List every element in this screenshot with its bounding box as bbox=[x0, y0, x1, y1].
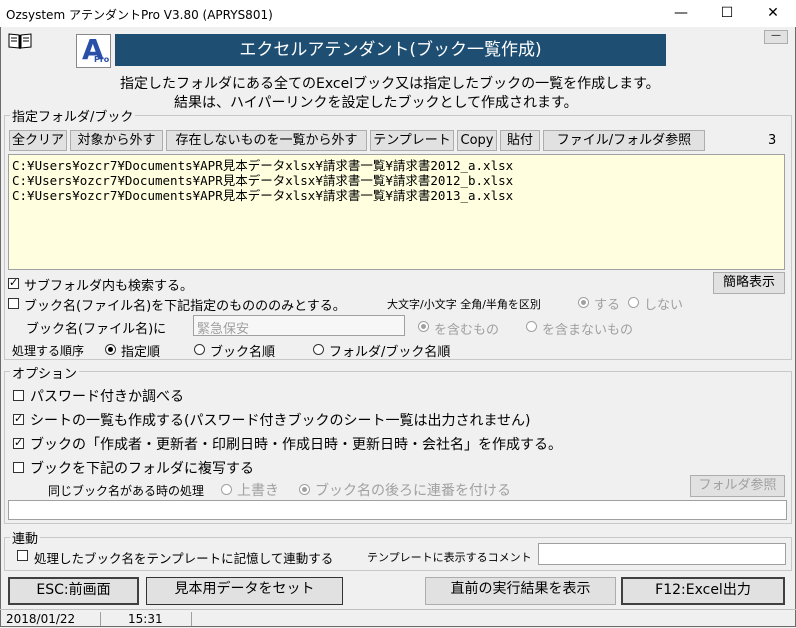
not-contains-radio[interactable] bbox=[526, 321, 537, 332]
exclude-button[interactable]: 対象から外す bbox=[70, 130, 163, 151]
copy-folder-input[interactable] bbox=[8, 500, 787, 520]
search-subfolders-checkbox[interactable] bbox=[8, 276, 19, 289]
app-logo: A Pro bbox=[76, 33, 111, 68]
file-list-item[interactable]: C:¥Users¥ozcr7¥Documents¥APR見本データxlsx¥請求… bbox=[12, 173, 513, 188]
copy-books-checkbox[interactable] bbox=[13, 462, 24, 473]
remove-missing-button[interactable]: 存在しないものを一覧から外す bbox=[166, 130, 367, 151]
status-time: 15:31 bbox=[100, 612, 192, 626]
order-specified-radio[interactable] bbox=[105, 344, 116, 355]
name-input-label: ブック名(ファイル名)に bbox=[26, 322, 167, 337]
last-result-button[interactable]: 直前の実行結果を表示 bbox=[425, 577, 616, 605]
template-button[interactable]: テンプレート bbox=[370, 130, 454, 151]
order-specified-label: 指定順 bbox=[121, 345, 161, 360]
window-title: Ozsystem アテンダントPro V3.80 (APRYS801) bbox=[6, 8, 273, 22]
order-name-radio[interactable] bbox=[194, 344, 205, 355]
password-checkbox[interactable] bbox=[13, 390, 24, 401]
link-group-label: 連動 bbox=[10, 528, 41, 547]
contains-label: を含むもの bbox=[434, 323, 500, 338]
sheet-list-label: シートの一覧も作成する(パスワード付きブックのシート一覧は出力されません) bbox=[30, 413, 531, 429]
case-yes-radio[interactable] bbox=[578, 297, 589, 308]
options-group-label: オプション bbox=[10, 363, 80, 382]
properties-label: ブックの「作成者・更新者・印刷日時・作成日時・更新日時・会社名」を作成する。 bbox=[30, 437, 562, 453]
case-sensitivity-label: 大文字/小文字 全角/半角を区別 bbox=[387, 298, 541, 311]
append-number-label: ブック名の後ろに連番を付ける bbox=[315, 483, 511, 499]
target-group-label: 指定フォルダ/ブック bbox=[10, 106, 136, 125]
overwrite-radio[interactable] bbox=[221, 484, 232, 495]
remember-checkbox[interactable] bbox=[17, 550, 28, 561]
copy-button[interactable]: Copy bbox=[457, 130, 497, 151]
clear-all-button[interactable]: 全クリア bbox=[9, 130, 67, 151]
properties-checkbox[interactable] bbox=[13, 436, 24, 449]
file-list[interactable]: C:¥Users¥ozcr7¥Documents¥APR見本データxlsx¥請求… bbox=[8, 154, 785, 270]
folder-browse-button[interactable]: フォルダ参照 bbox=[690, 475, 785, 497]
comment-label: テンプレートに表示するコメント bbox=[367, 551, 532, 564]
browse-button[interactable]: ファイル/フォルダ参照 bbox=[543, 130, 705, 151]
close-button[interactable]: ✕ bbox=[750, 0, 796, 27]
title-bar: Ozsystem アテンダントPro V3.80 (APRYS801) — ☐ … bbox=[0, 0, 796, 27]
order-folder-label: フォルダ/ブック名順 bbox=[329, 345, 451, 360]
collapse-button[interactable]: — bbox=[764, 30, 788, 44]
name-filter-label: ブック名(ファイル名)を下記指定のものののみとする。 bbox=[24, 299, 346, 314]
remember-label: 処理したブック名をテンプレートに記憶して連動する bbox=[34, 551, 334, 566]
order-folder-radio[interactable] bbox=[313, 344, 324, 355]
copy-books-label: ブックを下記のフォルダに複写する bbox=[30, 461, 254, 477]
password-label: パスワード付きか調べる bbox=[30, 389, 184, 405]
minimize-button[interactable]: — bbox=[658, 0, 704, 27]
file-count: 3 bbox=[768, 133, 777, 148]
name-filter-checkbox[interactable] bbox=[8, 298, 19, 309]
status-bar: 2018/01/22 15:31 bbox=[0, 609, 796, 628]
comment-input[interactable] bbox=[538, 543, 786, 565]
paste-button[interactable]: 貼付 bbox=[500, 130, 540, 151]
order-label: 処理する順序 bbox=[12, 344, 85, 358]
esc-back-button[interactable]: ESC:前画面 bbox=[8, 577, 139, 605]
status-message bbox=[196, 612, 796, 626]
description-line2: 結果は、ハイパーリンクを設定したブックとして作成されます。 bbox=[174, 95, 578, 111]
case-yes-label: する bbox=[594, 298, 621, 313]
append-number-radio[interactable] bbox=[299, 484, 310, 495]
sheet-list-checkbox[interactable] bbox=[13, 412, 24, 425]
case-no-radio[interactable] bbox=[628, 297, 639, 308]
not-contains-label: を含まないもの bbox=[542, 323, 634, 338]
file-list-item[interactable]: C:¥Users¥ozcr7¥Documents¥APR見本データxlsx¥請求… bbox=[12, 188, 513, 203]
f12-excel-output-button[interactable]: F12:Excel出力 bbox=[621, 577, 785, 605]
maximize-button[interactable]: ☐ bbox=[704, 0, 750, 27]
case-no-label: しない bbox=[644, 298, 684, 313]
page-banner: エクセルアテンダント(ブック一覧作成) bbox=[115, 34, 666, 66]
name-filter-input[interactable]: 緊急保安 bbox=[193, 315, 405, 337]
contains-radio[interactable] bbox=[418, 321, 429, 332]
search-subfolders-label: サブフォルダ内も検索する。 bbox=[24, 279, 194, 294]
status-date: 2018/01/22 bbox=[2, 612, 101, 626]
file-list-item[interactable]: C:¥Users¥ozcr7¥Documents¥APR見本データxlsx¥請求… bbox=[12, 158, 513, 173]
description-line1: 指定したフォルダにある全てのExcelブック又は指定したブックの一覧を作成します… bbox=[120, 76, 660, 92]
book-icon[interactable] bbox=[8, 32, 32, 50]
same-name-label: 同じブック名がある時の処理 bbox=[48, 484, 205, 498]
sample-data-button[interactable]: 見本用データをセット bbox=[146, 577, 343, 605]
order-name-label: ブック名順 bbox=[210, 345, 276, 360]
overwrite-label: 上書き bbox=[237, 483, 279, 499]
simple-view-button[interactable]: 簡略表示 bbox=[713, 272, 785, 294]
